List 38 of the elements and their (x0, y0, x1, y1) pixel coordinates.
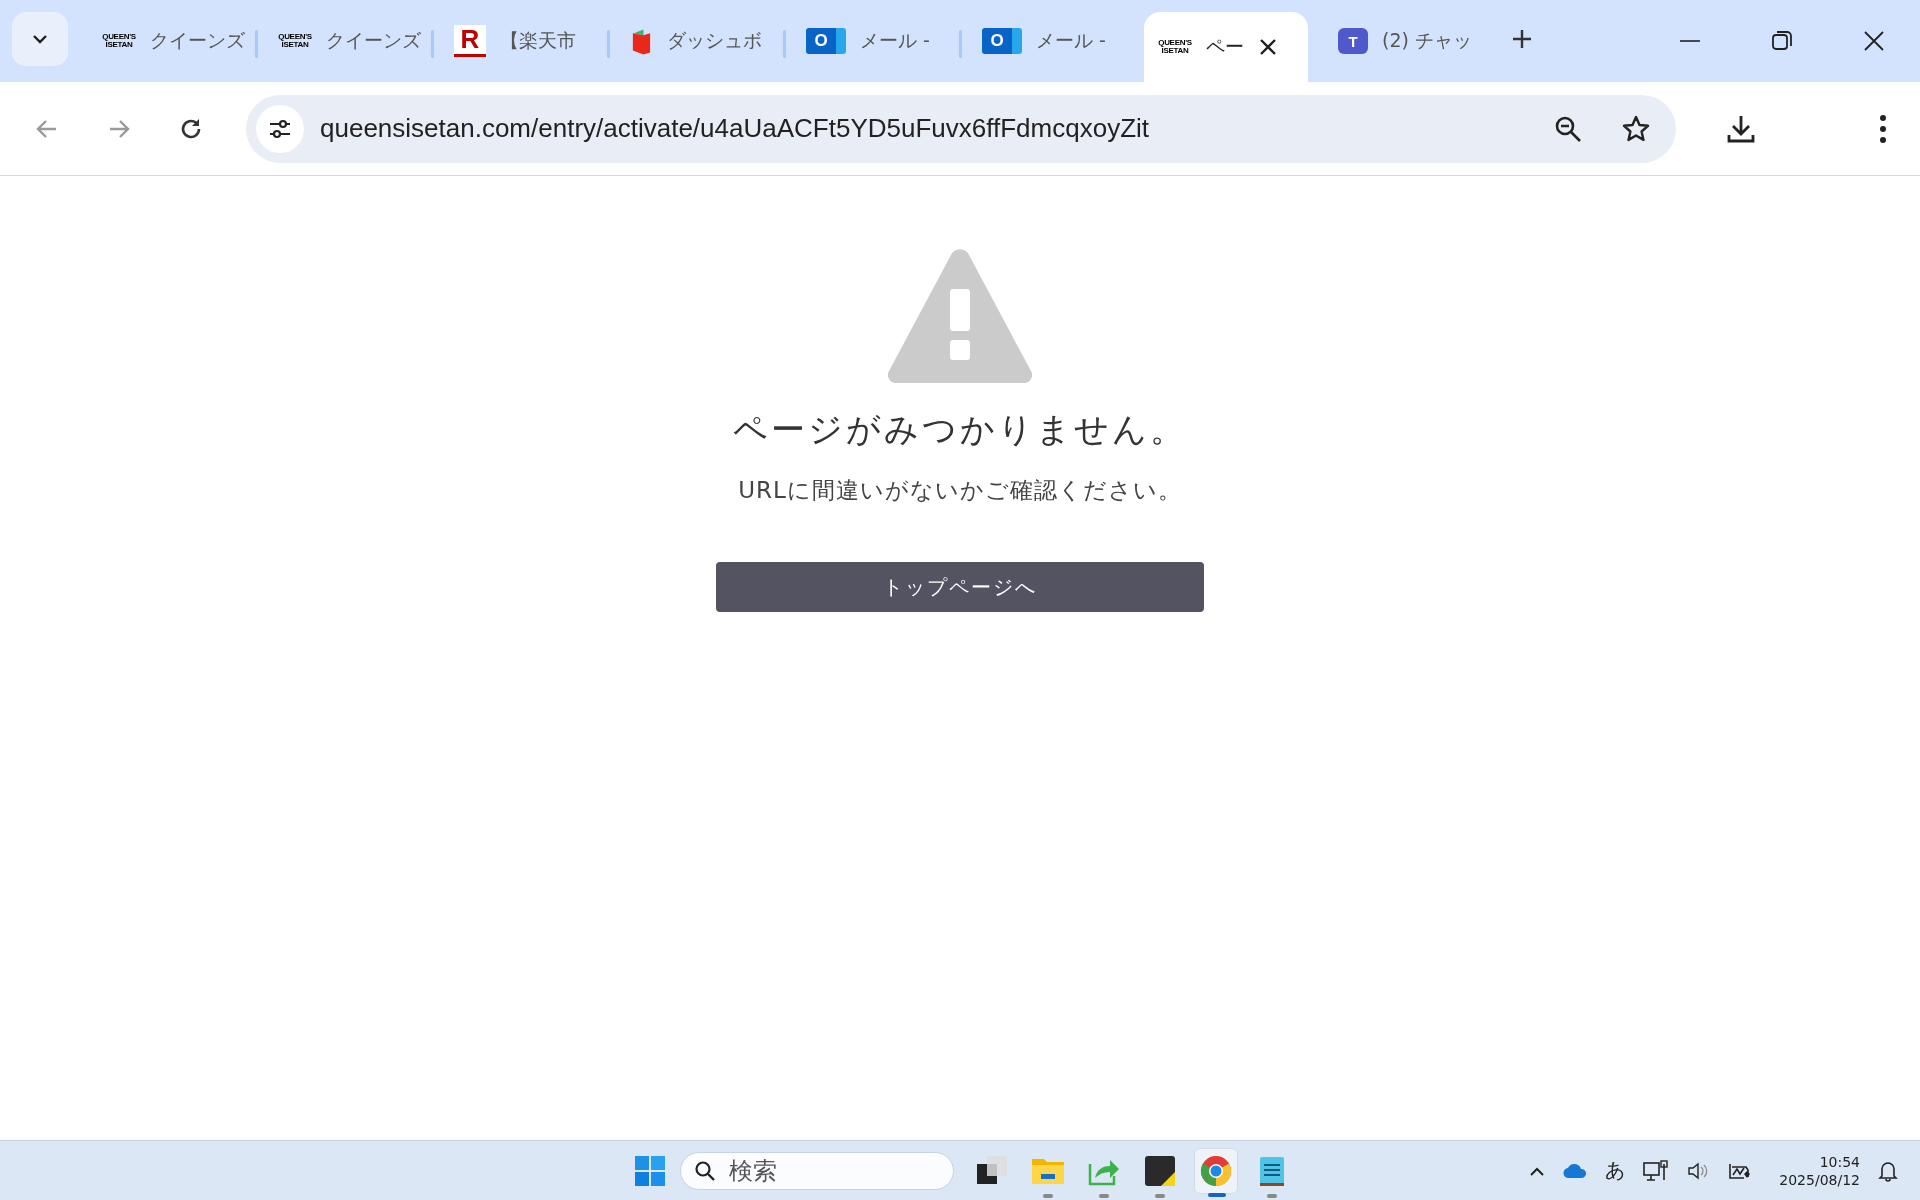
mail-app-icon: O (806, 28, 846, 54)
clock[interactable]: 10:54 2025/08/12 (1779, 1152, 1860, 1189)
search-icon (694, 1159, 716, 1182)
close-tab-icon (1258, 37, 1278, 57)
kebab-menu-icon (1879, 113, 1887, 144)
minimize-icon (1679, 40, 1701, 42)
date-text: 2025/08/12 (1779, 1170, 1860, 1189)
restore-icon (1771, 30, 1793, 52)
error-heading: ページがみつかりません。 (733, 408, 1187, 451)
store-logo-icon: QUEEN'S ISETAN (102, 33, 136, 49)
taskbar-search-field[interactable]: 検索 (680, 1151, 954, 1190)
site-info-button[interactable] (256, 104, 304, 153)
sticky-note-icon (1143, 1153, 1177, 1188)
ime-mode-indicator[interactable]: あ (1605, 1157, 1626, 1184)
plus-icon (1511, 28, 1533, 50)
volume-icon[interactable] (1687, 1161, 1710, 1180)
windows-logo-icon (634, 1154, 666, 1187)
store-logo-icon: QUEEN'S ISETAN (1158, 39, 1192, 55)
browser-tab[interactable]: QUEEN'S ISETAN ペー (1144, 12, 1308, 82)
network-icon[interactable] (1643, 1159, 1670, 1182)
store-logo-icon: QUEEN'S ISETAN (278, 33, 312, 49)
browser-app-icon (1199, 1153, 1233, 1188)
letter-r-logo-icon: R (454, 25, 486, 57)
address-bar[interactable]: queensisetan.com/entry/activate/u4aUaACFt5YD5uFuvx6ffFdmcqxoyZit (246, 94, 1676, 163)
time-text: 10:54 (1819, 1152, 1860, 1171)
mail-app-icon: O (982, 28, 1022, 54)
top-page-button[interactable]: トップページへ (716, 562, 1204, 612)
error-message: URLに間違いがないかご確認ください。 (738, 476, 1182, 505)
url-text[interactable]: queensisetan.com/entry/activate/u4aUaACFt5YD5uFuvx6ffFdmcqxoyZit (320, 113, 1526, 144)
browser-tab[interactable]: QUEEN'S ISETAN クイーンズ (88, 14, 248, 68)
star-icon (1621, 113, 1651, 144)
close-icon (1863, 30, 1885, 52)
cloud-icon[interactable] (1563, 1162, 1588, 1179)
warning-icon (887, 249, 1033, 383)
chat-app-icon: T (1338, 28, 1368, 54)
browser-tab[interactable]: T (2) チャッ (1324, 14, 1484, 68)
bell-icon[interactable] (1878, 1159, 1898, 1182)
book-icon (630, 27, 653, 55)
